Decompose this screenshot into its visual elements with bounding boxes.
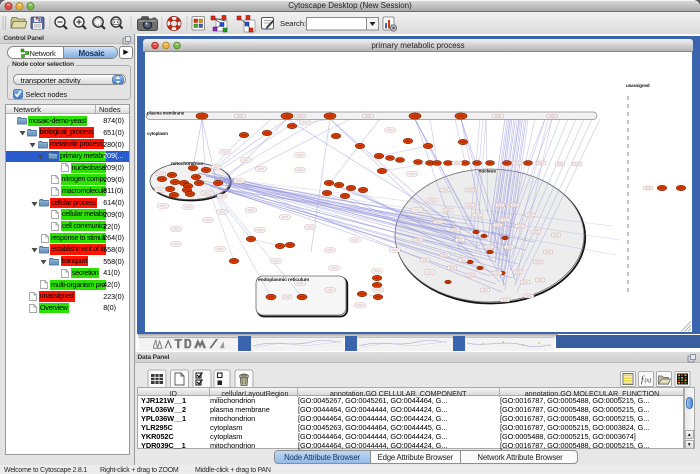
svg-text:Search:: Search:	[280, 19, 306, 28]
svg-text:endoplasmic reticulum: endoplasmic reticulum	[258, 277, 310, 283]
svg-text:nucleus: nucleus	[479, 169, 497, 175]
svg-text:unassigned: unassigned	[626, 83, 650, 88]
svg-text:(x): (x)	[645, 377, 652, 384]
svg-text:mitochondrion: mitochondrion	[171, 161, 203, 167]
svg-text:plasma membrane: plasma membrane	[147, 111, 185, 116]
svg-text:cytoplasm: cytoplasm	[147, 131, 168, 136]
